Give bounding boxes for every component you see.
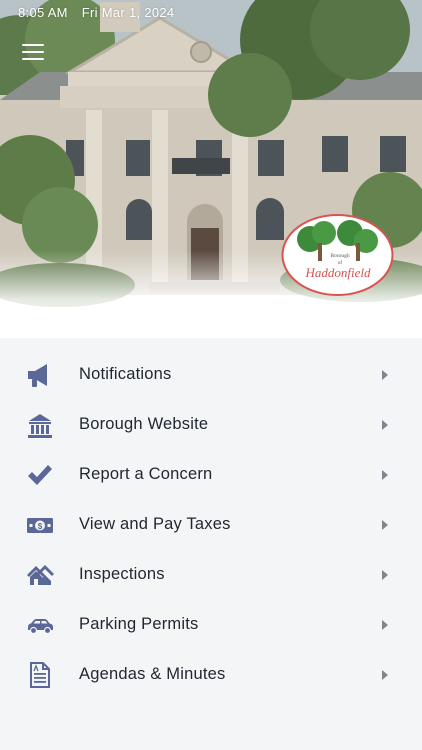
status-date: Fri Mar 1, 2024 bbox=[81, 5, 175, 20]
logo-line1: Borough bbox=[330, 253, 350, 259]
menu-item-agendas-and-minutes[interactable]: Agendas & Minutes bbox=[0, 650, 422, 700]
menu-item-parking-permits[interactable]: Parking Permits bbox=[0, 600, 422, 650]
bank-building-icon bbox=[28, 414, 52, 438]
menu-item-label: Agendas & Minutes bbox=[79, 665, 226, 683]
menu-item-label: Report a Concern bbox=[79, 465, 213, 483]
hero-banner: 8:05 AM Fri Mar 1, 2024 Borough of Haddon… bbox=[0, 0, 422, 338]
menu-item-notifications[interactable]: Notifications bbox=[0, 350, 422, 400]
menu-item-label: Borough Website bbox=[79, 415, 209, 433]
status-time: 8:05 AM bbox=[18, 5, 68, 20]
menu-item-report-a-concern[interactable]: Report a Concern bbox=[0, 450, 422, 500]
chevron-right-icon bbox=[382, 470, 388, 480]
car-icon bbox=[28, 619, 53, 635]
money-bill-icon: $ bbox=[27, 518, 53, 533]
chevron-right-icon bbox=[382, 370, 388, 380]
chevron-right-icon bbox=[382, 520, 388, 530]
menu-item-inspections[interactable]: Inspections bbox=[0, 550, 422, 600]
menu-item-label: Notifications bbox=[79, 365, 172, 383]
svg-text:$: $ bbox=[38, 522, 43, 531]
menu-item-label: Parking Permits bbox=[79, 615, 199, 633]
chevron-right-icon bbox=[382, 620, 388, 630]
document-icon bbox=[30, 662, 50, 688]
checkmark-icon bbox=[28, 465, 52, 485]
houses-icon bbox=[27, 565, 54, 585]
chevron-right-icon bbox=[382, 420, 388, 430]
menu-item-borough-website[interactable]: Borough Website bbox=[0, 400, 422, 450]
logo-line3: Haddonfield bbox=[305, 265, 371, 280]
menu-item-view-and-pay-taxes[interactable]: $ View and Pay Taxes bbox=[0, 500, 422, 550]
menu-item-label: View and Pay Taxes bbox=[79, 515, 231, 533]
chevron-right-icon bbox=[382, 570, 388, 580]
main-menu: Notifications Borough Website Report a C… bbox=[0, 338, 422, 750]
hamburger-menu-icon[interactable] bbox=[18, 40, 48, 64]
megaphone-icon bbox=[28, 364, 47, 387]
status-bar: 8:05 AM Fri Mar 1, 2024 bbox=[18, 5, 174, 20]
haddonfield-logo: Borough of Haddonfield bbox=[281, 214, 394, 296]
menu-item-label: Inspections bbox=[79, 565, 165, 583]
chevron-right-icon bbox=[382, 670, 388, 680]
